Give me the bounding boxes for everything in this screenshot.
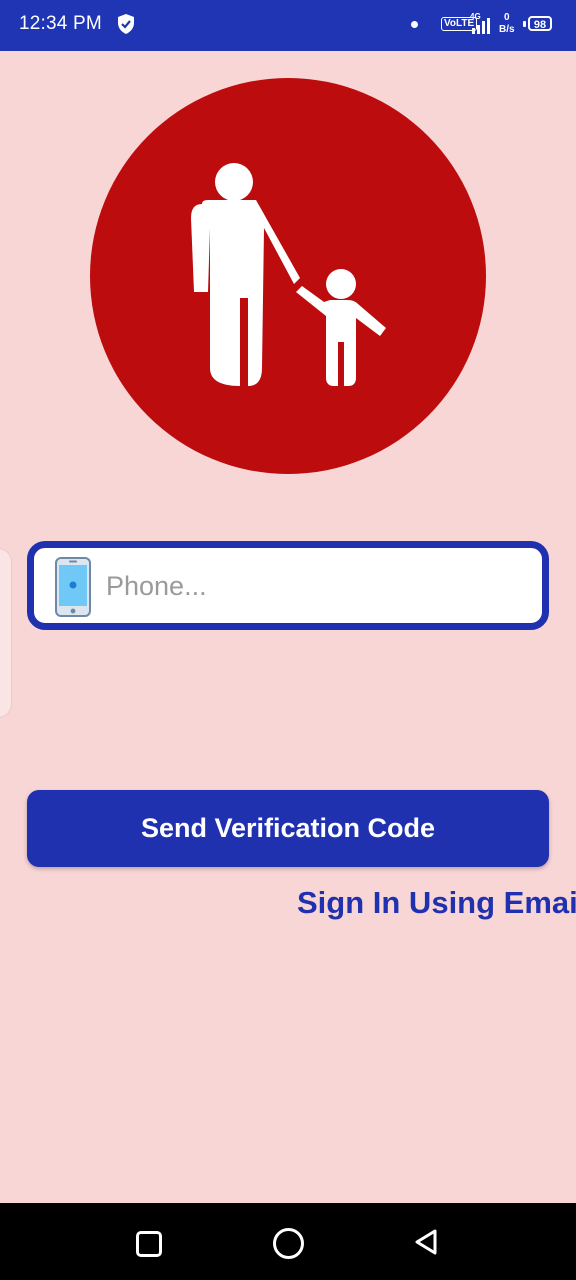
side-drawer-handle[interactable]: [0, 548, 12, 718]
navigation-bar: [0, 1203, 576, 1280]
data-rate-value: 0: [504, 12, 510, 23]
signal-icon: [472, 18, 490, 34]
sign-in-email-link[interactable]: Sign In Using Email: [297, 885, 576, 921]
battery-tip: [523, 21, 526, 27]
send-verification-code-button[interactable]: Send Verification Code: [27, 790, 549, 867]
shield-icon: [118, 14, 134, 34]
notification-dot-icon: [411, 21, 418, 28]
mobile-phone-icon: [55, 557, 91, 617]
back-icon[interactable]: [412, 1227, 442, 1257]
phone-field[interactable]: [27, 541, 549, 630]
home-icon[interactable]: [273, 1228, 304, 1259]
data-rate-unit: B/s: [499, 24, 515, 35]
data-rate: 0 B/s: [499, 12, 515, 36]
recent-apps-icon[interactable]: [136, 1231, 162, 1257]
status-bar: 12:34 PM VoLTE 4G 0 B/s 98: [0, 0, 576, 51]
parent-child-icon: [191, 163, 386, 386]
status-time: 12:34 PM: [19, 13, 102, 34]
battery-icon: 98: [528, 16, 552, 31]
phone-input[interactable]: [104, 560, 528, 612]
app-logo: [90, 78, 486, 474]
